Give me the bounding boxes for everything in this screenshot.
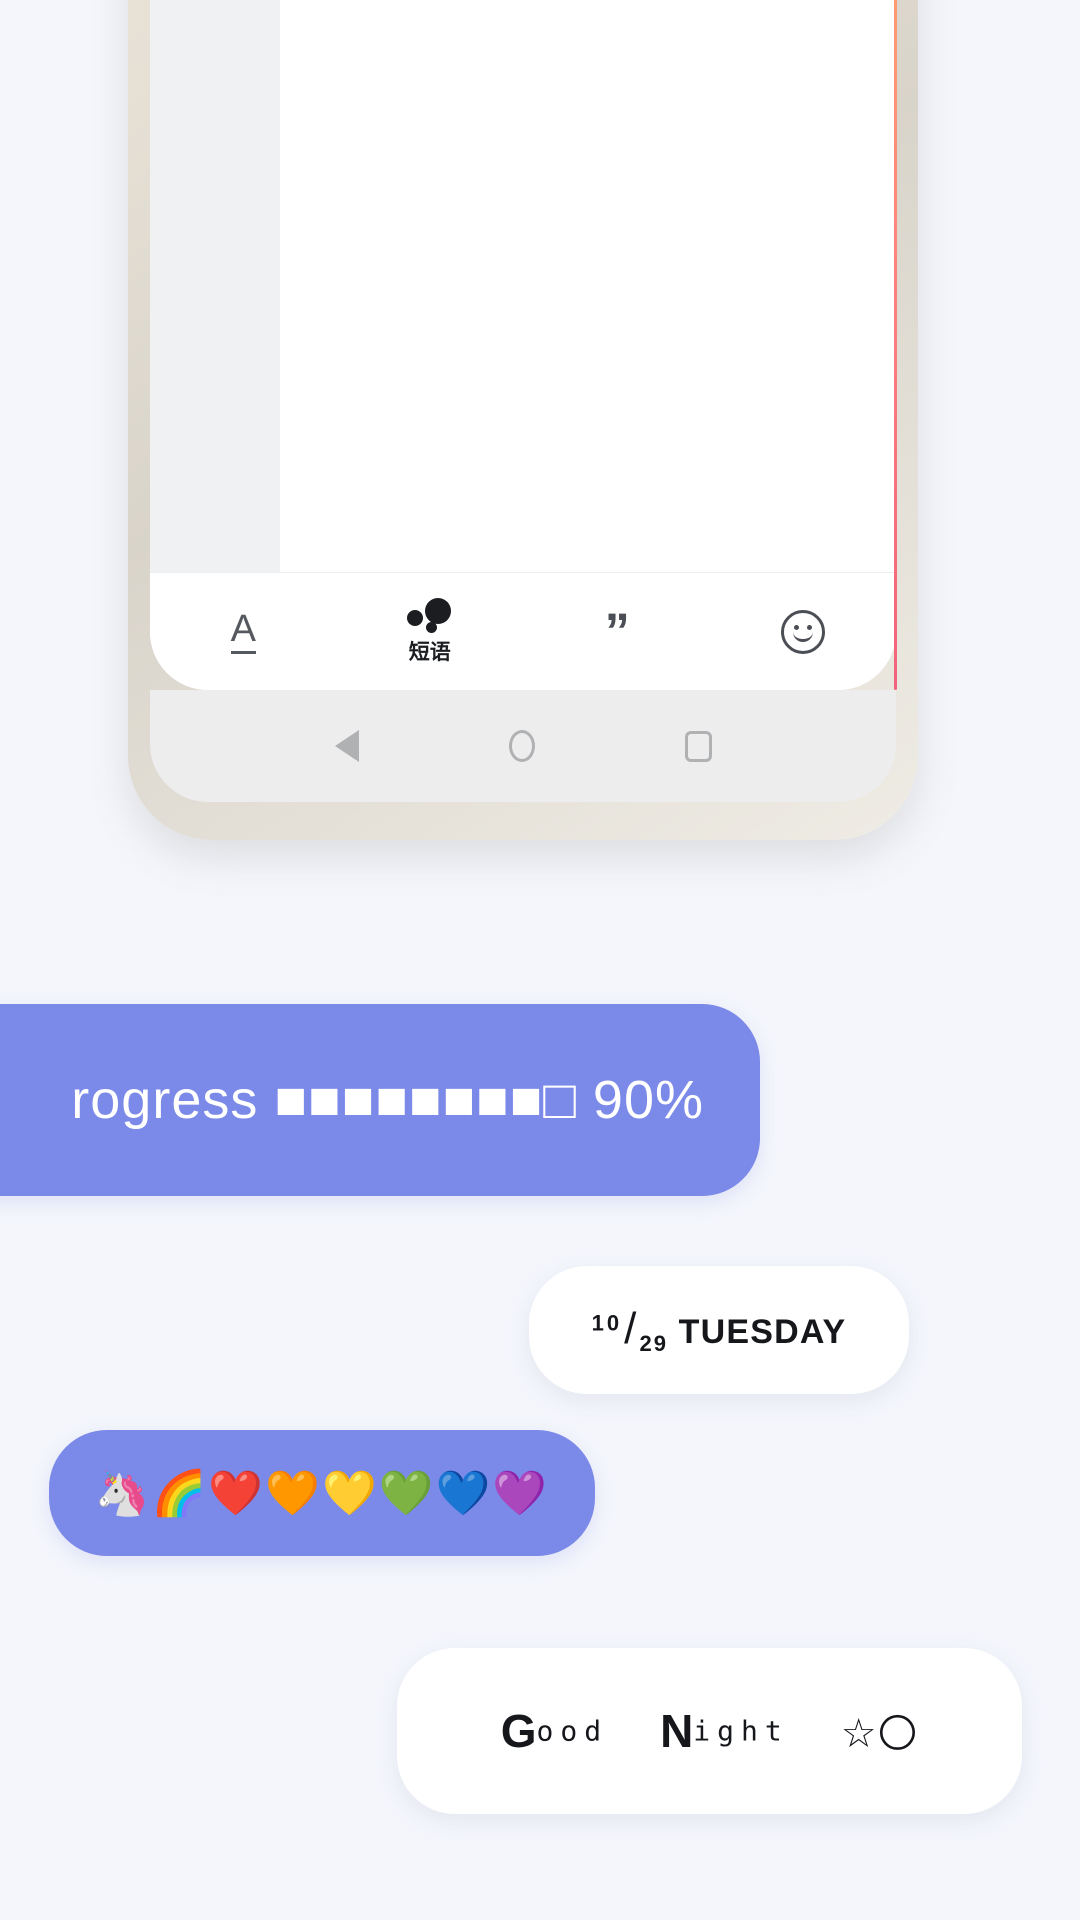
message-text: 10/29 TUESDAY bbox=[592, 1304, 847, 1357]
keyboard-category-sidebar: Emoji 蝴蝶结 台词 bbox=[150, 0, 280, 572]
toolbar-emoji-button[interactable] bbox=[710, 609, 897, 654]
date-month: 10 bbox=[591, 1310, 623, 1336]
phrases-bubbles-icon bbox=[406, 597, 453, 633]
date-separator: / bbox=[624, 1303, 638, 1353]
date-weekday: TUESDAY bbox=[678, 1312, 847, 1351]
message-text: 🦄🌈❤️🧡💛💚💙💜 bbox=[94, 1468, 550, 1519]
keyboard-body: Emoji 蝴蝶结 台词 ❄️ Happy New Year 🌿 Happy N… bbox=[150, 0, 896, 572]
text-format-icon: A bbox=[230, 610, 256, 654]
bubble-tail bbox=[55, 1522, 95, 1562]
screen-root: Emoji 蝴蝶结 台词 ❄️ Happy New Year 🌿 Happy N… bbox=[0, 0, 1080, 1920]
date-day: 29 bbox=[639, 1330, 668, 1356]
bubble-tail bbox=[972, 1776, 1016, 1820]
goodnight-n: N bbox=[660, 1705, 694, 1757]
message-bubble-goodnight[interactable]: Good Night ☆🌕 bbox=[397, 1648, 1022, 1814]
toolbar-phrases-label: 短语 bbox=[408, 640, 451, 664]
keyboard-panel: Emoji 蝴蝶结 台词 ❄️ Happy New Year 🌿 Happy N… bbox=[150, 0, 896, 690]
message-text: rogress ■■■■■■■■□ 90% bbox=[71, 1070, 704, 1130]
phrase-list: ❄️ Happy New Year 🌿 Happy New Year ☺ HAP… bbox=[280, 0, 896, 572]
recents-square-icon[interactable] bbox=[684, 730, 712, 762]
keyboard-toolbar: A 短语 ” bbox=[150, 572, 896, 690]
screen-accent-edge bbox=[894, 0, 897, 690]
back-triangle-icon[interactable] bbox=[334, 730, 359, 762]
toolbar-quote-button[interactable]: ” bbox=[523, 602, 710, 659]
toolbar-phrases-button[interactable]: 短语 bbox=[337, 597, 524, 666]
goodnight-g: G bbox=[500, 1705, 537, 1757]
goodnight-ight: ight bbox=[693, 1714, 789, 1748]
bubble-tail bbox=[859, 1356, 903, 1400]
message-text: Good Night ☆🌕 bbox=[501, 1704, 919, 1758]
emoji-smiley-icon bbox=[780, 609, 825, 654]
message-bubble-date[interactable]: 10/29 TUESDAY bbox=[529, 1266, 909, 1394]
goodnight-star-moon-icon: ☆🌕 bbox=[840, 1711, 919, 1757]
home-circle-icon[interactable] bbox=[508, 730, 535, 762]
phone-mockup: Emoji 蝴蝶结 台词 ❄️ Happy New Year 🌿 Happy N… bbox=[128, 0, 918, 840]
quote-icon: ” bbox=[604, 602, 630, 659]
toolbar-text-format-button[interactable]: A bbox=[150, 610, 337, 654]
phone-screen: Emoji 蝴蝶结 台词 ❄️ Happy New Year 🌿 Happy N… bbox=[150, 0, 896, 690]
android-navbar bbox=[150, 690, 896, 802]
message-bubble-emoji[interactable]: 🦄🌈❤️🧡💛💚💙💜 bbox=[49, 1430, 595, 1556]
goodnight-ood: ood bbox=[536, 1714, 609, 1748]
message-bubble-progress[interactable]: rogress ■■■■■■■■□ 90% bbox=[0, 1004, 760, 1196]
